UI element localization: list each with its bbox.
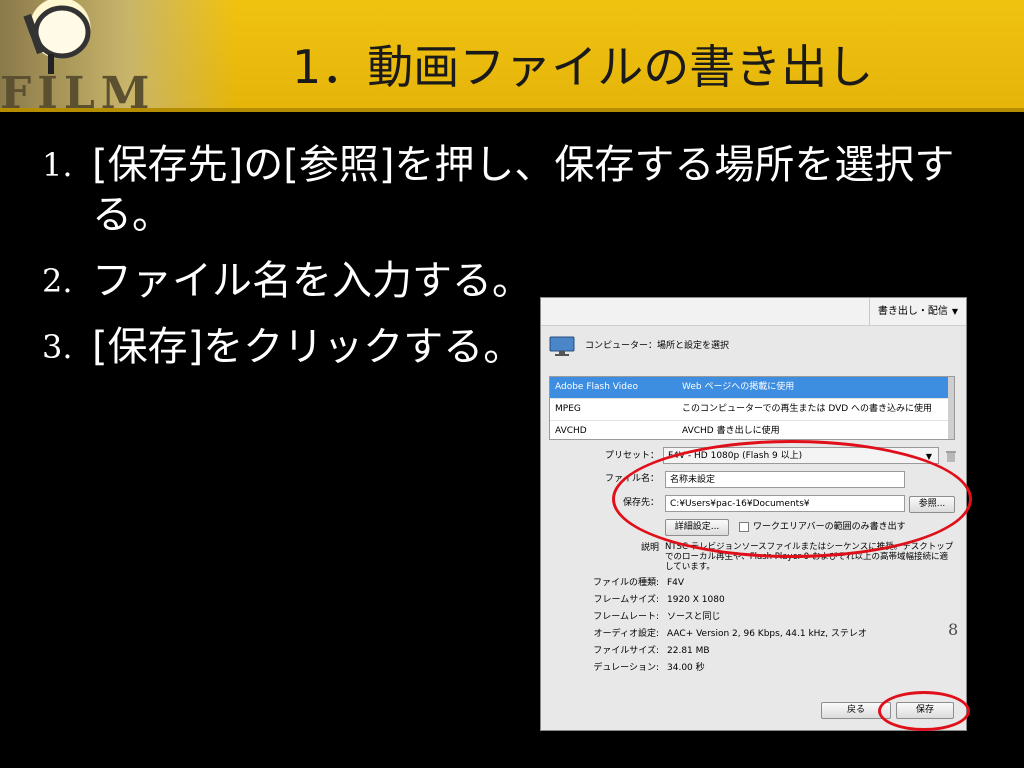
format-name: Adobe Flash Video <box>555 382 638 392</box>
page-title: 1．動画ファイルの書き出し <box>292 40 874 94</box>
info-label: フレームサイズ: <box>593 595 660 605</box>
format-description: AVCHD 書き出しに使用 <box>682 426 780 436</box>
step-number: 2. <box>42 262 73 300</box>
step-item: 2. ファイル名を入力する。 <box>42 256 532 306</box>
dialog-heading-text: コンピューター：場所と設定を選択 <box>585 341 730 351</box>
format-name: MPEG <box>555 404 581 414</box>
format-name: AVCHD <box>555 426 587 436</box>
page-number: 8 <box>948 620 959 639</box>
format-row-flash[interactable]: Adobe Flash Video Web ページへの掲載に使用 <box>550 377 954 399</box>
trash-icon[interactable] <box>946 450 956 462</box>
step-text: ファイル名を入力する。 <box>92 258 532 304</box>
step-item: 1. [保存先]の[参照]を押し、保存する場所を選択する。 <box>42 140 992 240</box>
info-value: 1920 X 1080 <box>667 595 725 605</box>
annotation-ellipse-save <box>878 691 970 731</box>
film-banner-text: FILM <box>0 74 156 112</box>
description-label: 説明 <box>640 543 659 553</box>
annotation-ellipse-fields <box>612 440 972 558</box>
chevron-down-icon: ▼ <box>951 307 958 316</box>
preset-label: プリセット： <box>604 451 659 461</box>
studio-lamp-icon <box>23 5 91 74</box>
info-value: 22.81 MB <box>667 646 710 656</box>
step-number: 1. <box>42 146 73 184</box>
info-value: AAC+ Version 2, 96 Kbps, 44.1 kHz, ステレオ <box>667 629 867 639</box>
info-value: 34.00 秒 <box>667 663 705 673</box>
info-value: ソースと同じ <box>667 612 721 622</box>
info-value: F4V <box>667 578 685 588</box>
info-label: オーディオ設定: <box>593 629 659 639</box>
format-row-avchd[interactable]: AVCHD AVCHD 書き出しに使用 <box>550 421 954 439</box>
format-description: このコンピューターでの再生または DVD への書き込みに使用 <box>682 404 933 414</box>
header-divider <box>0 108 1024 112</box>
info-label: フレームレート: <box>593 612 659 622</box>
step-text: [保存]をクリックする。 <box>92 324 524 370</box>
export-menu-button[interactable]: 書き出し・配信 ▼ <box>868 298 958 325</box>
format-list: Adobe Flash Video Web ページへの掲載に使用 MPEG この… <box>549 376 955 440</box>
export-menu-label: 書き出し・配信 <box>877 306 948 317</box>
format-list-scrollbar[interactable] <box>948 377 954 439</box>
computer-monitor-icon <box>549 336 575 356</box>
step-item: 3. [保存]をクリックする。 <box>42 322 532 372</box>
info-label: デュレーション: <box>593 663 659 673</box>
format-row-mpeg[interactable]: MPEG このコンピューターでの再生または DVD への書き込みに使用 <box>550 399 954 421</box>
step-number: 3. <box>42 328 73 366</box>
format-description: Web ページへの掲載に使用 <box>682 382 795 392</box>
info-label: ファイルサイズ: <box>593 646 659 656</box>
film-light-photo: FILM <box>0 0 235 112</box>
info-label: ファイルの種類: <box>592 578 659 588</box>
step-text: [保存先]の[参照]を押し、保存する場所を選択する。 <box>92 142 955 238</box>
slide-header: FILM 1．動画ファイルの書き出し <box>0 0 1024 112</box>
dialog-toolbar: 書き出し・配信 ▼ <box>541 298 966 326</box>
